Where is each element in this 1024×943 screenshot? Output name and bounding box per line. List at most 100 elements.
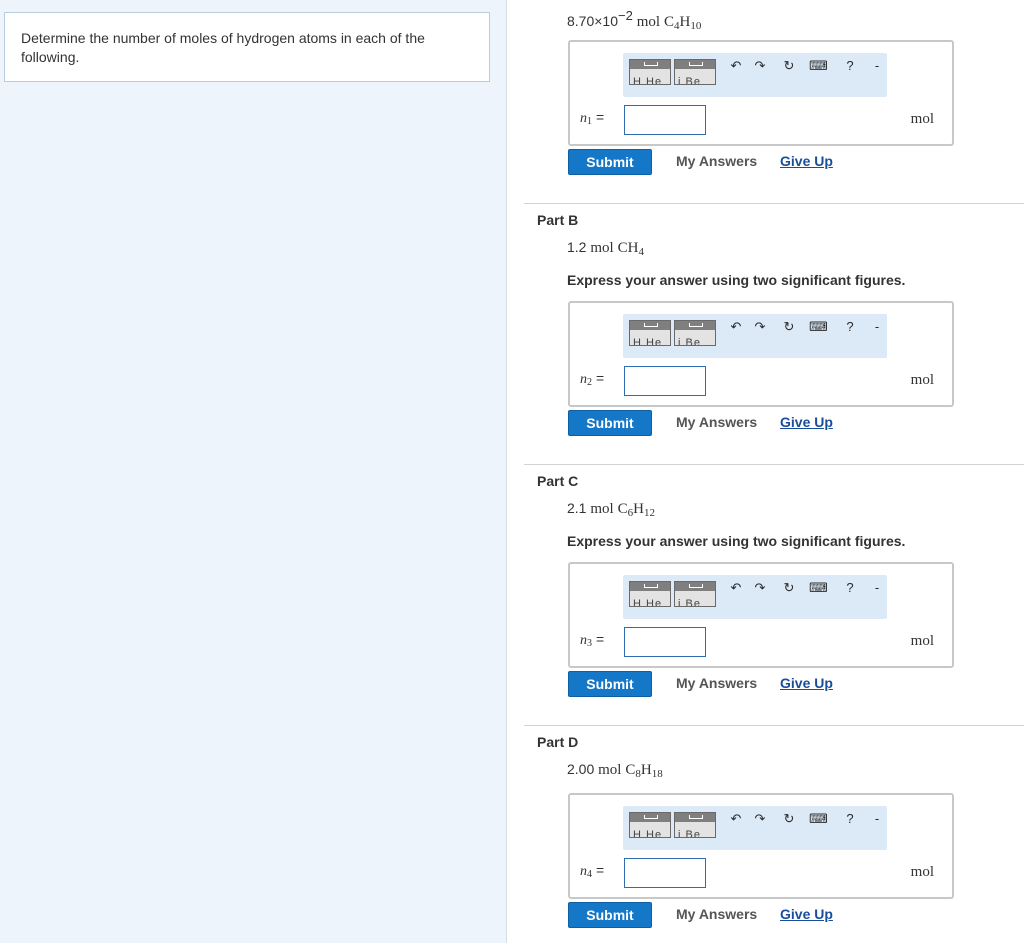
- template-icon: [644, 584, 658, 588]
- answer-instruction: Express your answer using two significan…: [567, 272, 906, 288]
- answer-instruction: Express your answer using two significan…: [567, 533, 906, 549]
- answer-box: H He i Be ↶ ↷ ↻ ⌨? - n4 = mol: [568, 793, 954, 899]
- more-icon[interactable]: -: [868, 57, 886, 75]
- answer-input[interactable]: [624, 858, 706, 888]
- answer-input[interactable]: [624, 105, 706, 135]
- undo-icon[interactable]: ↶: [727, 318, 745, 336]
- answer-box: H He i Be ↶ ↷ ↻ ⌨? - n2 = mol: [568, 301, 954, 407]
- template-label: i Be: [678, 598, 701, 607]
- help-icon[interactable]: ?: [841, 57, 859, 75]
- template-icon: [644, 62, 658, 66]
- formula-subscript: 10: [690, 20, 702, 32]
- given-exponent: −2: [618, 8, 633, 23]
- variable-subscript: 4: [587, 869, 592, 880]
- given-unit: mol: [598, 762, 622, 778]
- template-button[interactable]: H He: [629, 581, 671, 607]
- equals-sign: =: [596, 631, 605, 647]
- keyboard-icon[interactable]: ⌨: [809, 318, 828, 336]
- equals-sign: =: [596, 109, 605, 125]
- reset-icon[interactable]: ↻: [780, 318, 798, 336]
- template-button[interactable]: H He: [629, 59, 671, 85]
- answer-actions: Submit My Answers Give Up: [568, 902, 988, 928]
- template-icon: [644, 323, 658, 327]
- redo-icon[interactable]: ↷: [751, 318, 769, 336]
- answer-box: H He i Be ↶ ↷ ↻ ⌨? - n3 = mol: [568, 562, 954, 668]
- math-toolbar: H He i Be ↶ ↷ ↻ ⌨? -: [623, 314, 887, 358]
- math-toolbar: H He i Be ↶ ↷ ↻ ⌨? -: [623, 806, 887, 850]
- undo-icon[interactable]: ↶: [727, 810, 745, 828]
- chemical-formula: C6H12: [618, 501, 655, 519]
- submit-button[interactable]: Submit: [568, 902, 652, 928]
- more-icon[interactable]: -: [868, 318, 886, 336]
- give-up-link[interactable]: Give Up: [780, 153, 833, 169]
- my-answers-link[interactable]: My Answers: [676, 675, 757, 691]
- formula-element: C: [625, 762, 636, 778]
- template-button[interactable]: H He: [629, 812, 671, 838]
- template-button[interactable]: i Be: [674, 581, 716, 607]
- give-up-link[interactable]: Give Up: [780, 906, 833, 922]
- given-quantity: 1.2 mol CH4: [567, 239, 644, 258]
- answer-pane: 8.70×10−2 mol C4H10 H He i Be ↶ ↷ ↻ ⌨? - n1 = mol S…: [508, 0, 1024, 943]
- template-button[interactable]: i Be: [674, 59, 716, 85]
- answer-variable: n2 =: [580, 370, 604, 388]
- answer-input[interactable]: [624, 627, 706, 657]
- template-icon: [689, 323, 703, 327]
- variable-subscript: 3: [587, 638, 592, 649]
- my-answers-link[interactable]: My Answers: [676, 153, 757, 169]
- template-label: H He: [633, 829, 663, 838]
- equals-sign: =: [596, 370, 605, 386]
- formula-element: H: [640, 762, 652, 778]
- given-coefficient: 2.1: [567, 500, 587, 516]
- reset-icon[interactable]: ↻: [780, 579, 798, 597]
- template-label: H He: [633, 337, 663, 346]
- answer-box: H He i Be ↶ ↷ ↻ ⌨? - n1 = mol: [568, 40, 954, 146]
- redo-icon[interactable]: ↷: [751, 810, 769, 828]
- keyboard-icon[interactable]: ⌨: [809, 57, 828, 75]
- formula-element: C: [617, 240, 628, 256]
- chemical-formula: C4H10: [663, 14, 702, 32]
- undo-icon[interactable]: ↶: [727, 579, 745, 597]
- submit-button[interactable]: Submit: [568, 671, 652, 697]
- redo-icon[interactable]: ↷: [751, 579, 769, 597]
- template-button[interactable]: i Be: [674, 812, 716, 838]
- template-icon: [689, 62, 703, 66]
- part-title: Part D: [537, 734, 579, 750]
- formula-subscript: 12: [643, 507, 655, 519]
- chemical-formula: C8H18: [625, 762, 662, 780]
- part-title: Part C: [537, 473, 579, 489]
- question-pane: Determine the number of moles of hydroge…: [0, 0, 507, 943]
- template-button[interactable]: H He: [629, 320, 671, 346]
- help-icon[interactable]: ?: [841, 579, 859, 597]
- keyboard-icon[interactable]: ⌨: [809, 810, 828, 828]
- template-label: i Be: [678, 76, 701, 85]
- answer-actions: Submit My Answers Give Up: [568, 671, 988, 697]
- part-divider: [524, 725, 1024, 726]
- redo-icon[interactable]: ↷: [751, 57, 769, 75]
- undo-icon[interactable]: ↶: [727, 57, 745, 75]
- given-unit: mol: [590, 240, 614, 256]
- submit-button[interactable]: Submit: [568, 149, 652, 175]
- submit-button[interactable]: Submit: [568, 410, 652, 436]
- reset-icon[interactable]: ↻: [780, 57, 798, 75]
- my-answers-link[interactable]: My Answers: [676, 906, 757, 922]
- my-answers-link[interactable]: My Answers: [676, 414, 757, 430]
- formula-element: H: [679, 14, 691, 30]
- answer-variable: n1 =: [580, 109, 604, 127]
- template-button[interactable]: i Be: [674, 320, 716, 346]
- answer-unit: mol: [910, 372, 934, 388]
- given-coefficient: 2.00: [567, 761, 595, 777]
- formula-element: C: [663, 14, 674, 30]
- give-up-link[interactable]: Give Up: [780, 675, 833, 691]
- more-icon[interactable]: -: [868, 579, 886, 597]
- part-divider: [524, 203, 1024, 204]
- give-up-link[interactable]: Give Up: [780, 414, 833, 430]
- reset-icon[interactable]: ↻: [780, 810, 798, 828]
- answer-unit: mol: [910, 864, 934, 880]
- help-icon[interactable]: ?: [841, 810, 859, 828]
- keyboard-icon[interactable]: ⌨: [809, 579, 828, 597]
- equals-sign: =: [596, 862, 605, 878]
- answer-input[interactable]: [624, 366, 706, 396]
- help-icon[interactable]: ?: [841, 318, 859, 336]
- answer-actions: Submit My Answers Give Up: [568, 410, 988, 436]
- more-icon[interactable]: -: [868, 810, 886, 828]
